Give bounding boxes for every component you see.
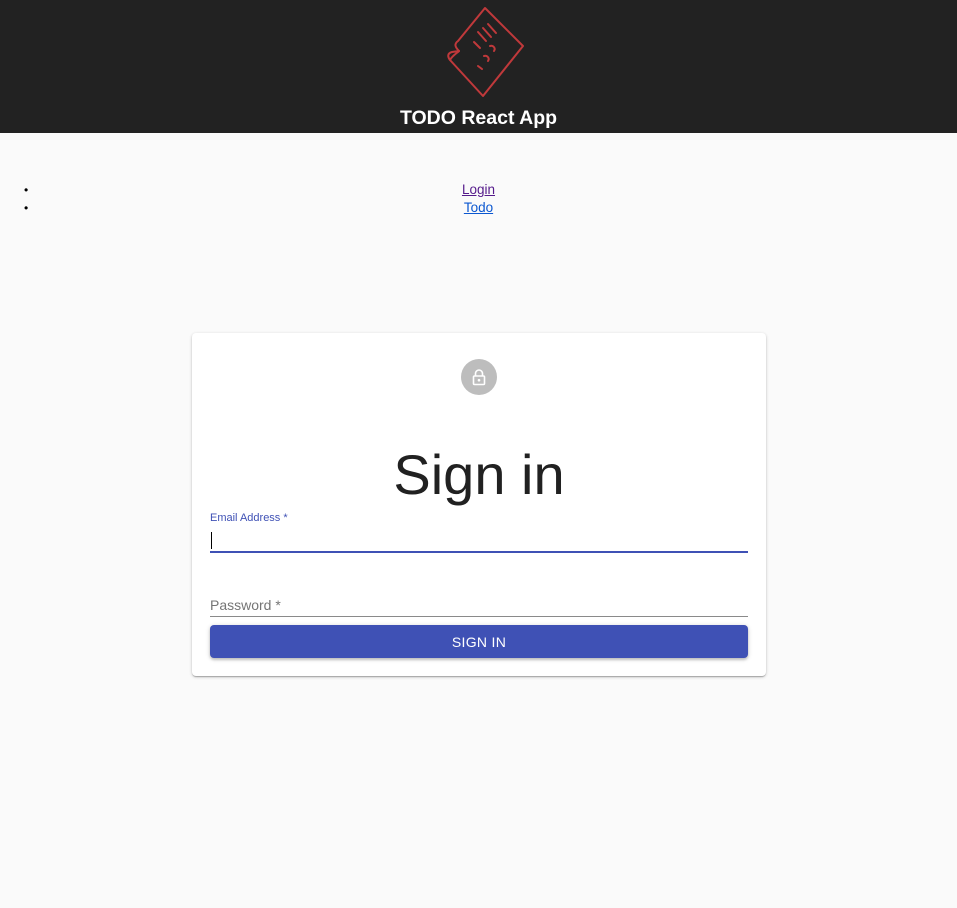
bullet: • — [24, 201, 29, 215]
nav-item-login: • Login — [0, 181, 957, 199]
todo-link[interactable]: Todo — [464, 200, 493, 215]
app-header: TODO React App — [0, 0, 957, 133]
email-input[interactable] — [210, 529, 748, 553]
text-caret — [211, 532, 212, 549]
avatar — [461, 359, 497, 395]
signin-card: Sign in Email Address * SIGN IN — [192, 333, 766, 676]
app-title: TODO React App — [399, 107, 558, 129]
nav-item-todo: • Todo — [0, 199, 957, 217]
password-field — [210, 593, 748, 619]
nav-list: • Login • Todo — [0, 181, 957, 217]
lock-icon — [472, 369, 486, 386]
signin-button[interactable]: SIGN IN — [210, 625, 748, 658]
password-input[interactable] — [210, 593, 748, 617]
email-label: Email Address * — [210, 512, 288, 524]
signin-title: Sign in — [393, 442, 565, 506]
todo-document-icon — [447, 7, 524, 97]
login-link[interactable]: Login — [462, 182, 495, 197]
bullet: • — [24, 183, 29, 197]
email-field: Email Address * — [210, 509, 748, 553]
